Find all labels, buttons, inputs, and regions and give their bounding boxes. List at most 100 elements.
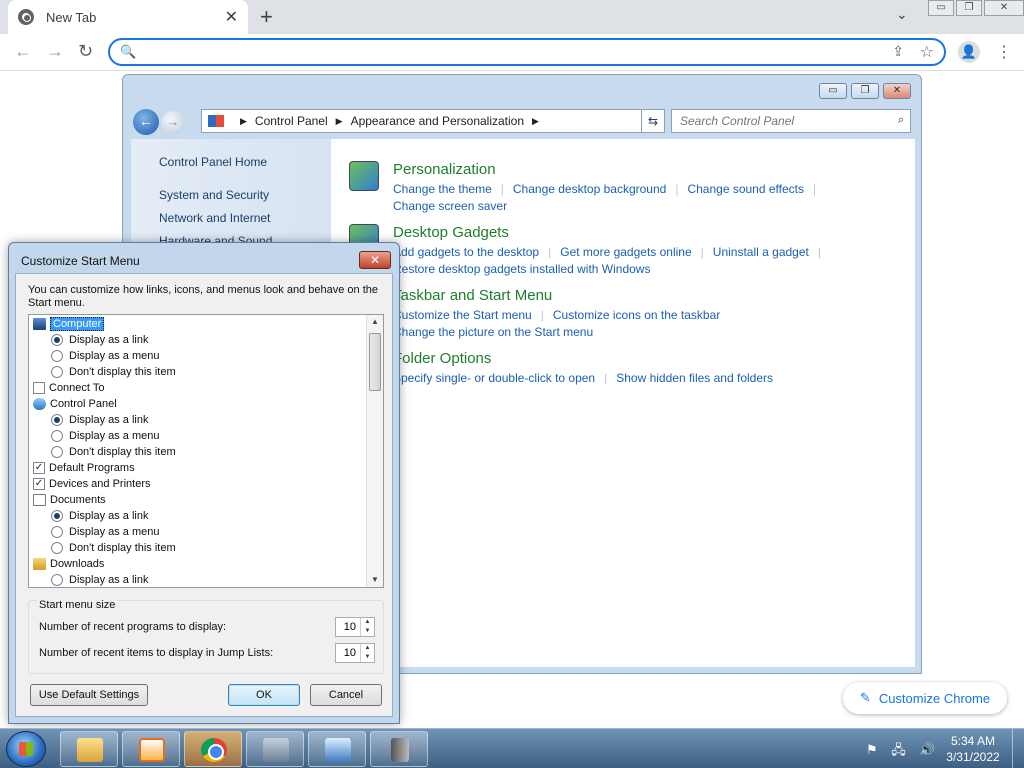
taskbar-item-control-panel[interactable] xyxy=(308,731,366,767)
checkbox[interactable]: ✓ xyxy=(33,462,45,474)
cp-minimize-button[interactable]: ▭ xyxy=(819,83,847,99)
category-title[interactable]: Personalization xyxy=(393,161,496,178)
link-change-screen-saver[interactable]: Change screen saver xyxy=(393,199,507,213)
breadcrumb-arrow-icon[interactable]: ▶ xyxy=(532,116,539,127)
link-restore-gadgets[interactable]: Restore desktop gadgets installed with W… xyxy=(393,262,650,276)
chrome-menu-icon[interactable]: ⋮ xyxy=(996,42,1012,62)
tree-item-computer[interactable]: Computer xyxy=(33,316,105,332)
cp-address-bar[interactable]: ▶ Control Panel ▶ Appearance and Persona… xyxy=(201,109,665,133)
radio-button[interactable] xyxy=(51,414,63,426)
link-single-double-click[interactable]: Specify single- or double-click to open xyxy=(393,371,595,385)
radio-cp-menu[interactable]: Display as a menu xyxy=(51,428,160,444)
radio-computer-hide[interactable]: Don't display this item xyxy=(51,364,176,380)
radio-button[interactable] xyxy=(51,542,63,554)
tree-item-downloads[interactable]: Downloads xyxy=(33,556,104,572)
link-change-background[interactable]: Change desktop background xyxy=(513,182,666,196)
radio-button[interactable] xyxy=(51,446,63,458)
radio-docs-menu[interactable]: Display as a menu xyxy=(51,524,160,540)
radio-button[interactable] xyxy=(51,510,63,522)
taskbar-item-network[interactable] xyxy=(246,731,304,767)
scroll-down-icon[interactable]: ▼ xyxy=(367,573,383,587)
tree-item-control-panel[interactable]: Control Panel xyxy=(33,396,117,412)
sidebar-item-control-panel-home[interactable]: Control Panel Home xyxy=(159,155,267,169)
reload-icon[interactable]: ↻ xyxy=(78,41,93,62)
breadcrumb-arrow-icon[interactable]: ▶ xyxy=(240,116,247,127)
category-title[interactable]: Taskbar and Start Menu xyxy=(393,287,552,304)
radio-computer-link[interactable]: Display as a link xyxy=(51,332,148,348)
ok-button[interactable]: OK xyxy=(228,684,300,706)
link-uninstall-gadget[interactable]: Uninstall a gadget xyxy=(713,245,809,259)
radio-button[interactable] xyxy=(51,574,63,586)
omnibox[interactable]: 🔍 ⇪ ☆ xyxy=(108,38,946,66)
customize-chrome-button[interactable]: ✎ Customize Chrome xyxy=(843,682,1007,714)
link-change-start-picture[interactable]: Change the picture on the Start menu xyxy=(393,325,593,339)
taskbar-item-server-manager[interactable] xyxy=(370,731,428,767)
radio-button[interactable] xyxy=(51,366,63,378)
stepper-down-icon[interactable]: ▼ xyxy=(361,627,374,636)
stepper-down-icon[interactable]: ▼ xyxy=(361,653,374,662)
bookmark-star-icon[interactable]: ☆ xyxy=(920,42,934,62)
radio-button[interactable] xyxy=(51,334,63,346)
network-tray-icon[interactable]: 🖧 xyxy=(891,742,906,757)
start-menu-items-tree[interactable]: Computer Display as a link Display as a … xyxy=(28,314,384,588)
radio-computer-menu[interactable]: Display as a menu xyxy=(51,348,160,364)
tab-search-chevron-icon[interactable]: ⌄ xyxy=(896,6,908,23)
category-title[interactable]: Folder Options xyxy=(393,350,491,367)
link-show-hidden-files[interactable]: Show hidden files and folders xyxy=(616,371,773,385)
link-customize-taskbar-icons[interactable]: Customize icons on the taskbar xyxy=(553,308,720,322)
radio-docs-link[interactable]: Display as a link xyxy=(51,508,148,524)
omnibox-input[interactable] xyxy=(140,42,880,62)
dialog-close-button[interactable]: ✕ xyxy=(359,251,391,269)
radio-docs-hide[interactable]: Don't display this item xyxy=(51,540,176,556)
tab-new-tab[interactable]: New Tab ✕ xyxy=(8,0,248,34)
start-button[interactable] xyxy=(6,731,46,767)
cp-refresh-icon[interactable]: ⇆ xyxy=(641,109,665,133)
recent-programs-input[interactable] xyxy=(338,619,358,635)
radio-cp-hide[interactable]: Don't display this item xyxy=(51,444,176,460)
scroll-up-icon[interactable]: ▲ xyxy=(367,315,383,329)
new-tab-button[interactable]: + xyxy=(260,4,273,30)
cp-search-box[interactable]: ⌕ xyxy=(671,109,911,133)
jump-list-input[interactable] xyxy=(338,645,358,661)
restore-button[interactable]: ❐ xyxy=(956,0,982,16)
radio-button[interactable] xyxy=(51,430,63,442)
action-center-flag-icon[interactable]: ⚑ xyxy=(866,742,878,757)
volume-icon[interactable]: 🔊 xyxy=(919,742,935,757)
cp-maximize-button[interactable]: ❐ xyxy=(851,83,879,99)
jump-list-stepper[interactable]: ▲ ▼ xyxy=(335,643,375,663)
cancel-button[interactable]: Cancel xyxy=(310,684,382,706)
stepper-up-icon[interactable]: ▲ xyxy=(361,644,374,653)
radio-button[interactable] xyxy=(51,350,63,362)
minimize-button[interactable]: ▭ xyxy=(928,0,954,16)
checkbox-default-programs[interactable]: ✓ Default Programs xyxy=(33,460,135,476)
back-arrow-icon[interactable]: ← xyxy=(14,41,32,62)
link-more-gadgets[interactable]: Get more gadgets online xyxy=(560,245,691,259)
radio-downloads-link[interactable]: Display as a link xyxy=(51,572,148,587)
link-customize-start-menu[interactable]: Customize the Start menu xyxy=(393,308,532,322)
use-default-settings-button[interactable]: Use Default Settings xyxy=(30,684,148,706)
search-icon[interactable]: ⌕ xyxy=(898,114,904,127)
breadcrumb-appearance[interactable]: Appearance and Personalization xyxy=(351,114,524,128)
radio-cp-link[interactable]: Display as a link xyxy=(51,412,148,428)
checkbox[interactable] xyxy=(33,382,45,394)
cp-search-input[interactable] xyxy=(678,111,888,131)
sidebar-item-system-security[interactable]: System and Security xyxy=(159,188,269,202)
scroll-thumb[interactable] xyxy=(369,333,381,391)
close-window-button[interactable]: ✕ xyxy=(984,0,1024,16)
link-add-gadgets[interactable]: Add gadgets to the desktop xyxy=(393,245,539,259)
taskbar-item-chrome[interactable] xyxy=(184,731,242,767)
tree-scrollbar[interactable]: ▲ ▼ xyxy=(366,315,383,587)
checkbox-connect-to[interactable]: Connect To xyxy=(33,380,104,396)
breadcrumb-arrow-icon[interactable]: ▶ xyxy=(336,116,343,127)
cp-forward-icon[interactable]: → xyxy=(161,111,185,135)
checkbox[interactable]: ✓ xyxy=(33,478,45,490)
checkbox-devices-printers[interactable]: ✓ Devices and Printers xyxy=(33,476,151,492)
taskbar-item-explorer[interactable] xyxy=(60,731,118,767)
profile-avatar-icon[interactable]: 👤 xyxy=(958,41,980,63)
category-title[interactable]: Desktop Gadgets xyxy=(393,224,509,241)
tab-close-icon[interactable]: ✕ xyxy=(225,7,238,27)
taskbar-item-media-player[interactable] xyxy=(122,731,180,767)
taskbar-clock[interactable]: 5:34 AM 3/31/2022 xyxy=(940,733,1006,765)
link-change-sound-effects[interactable]: Change sound effects xyxy=(687,182,804,196)
recent-programs-stepper[interactable]: ▲ ▼ xyxy=(335,617,375,637)
